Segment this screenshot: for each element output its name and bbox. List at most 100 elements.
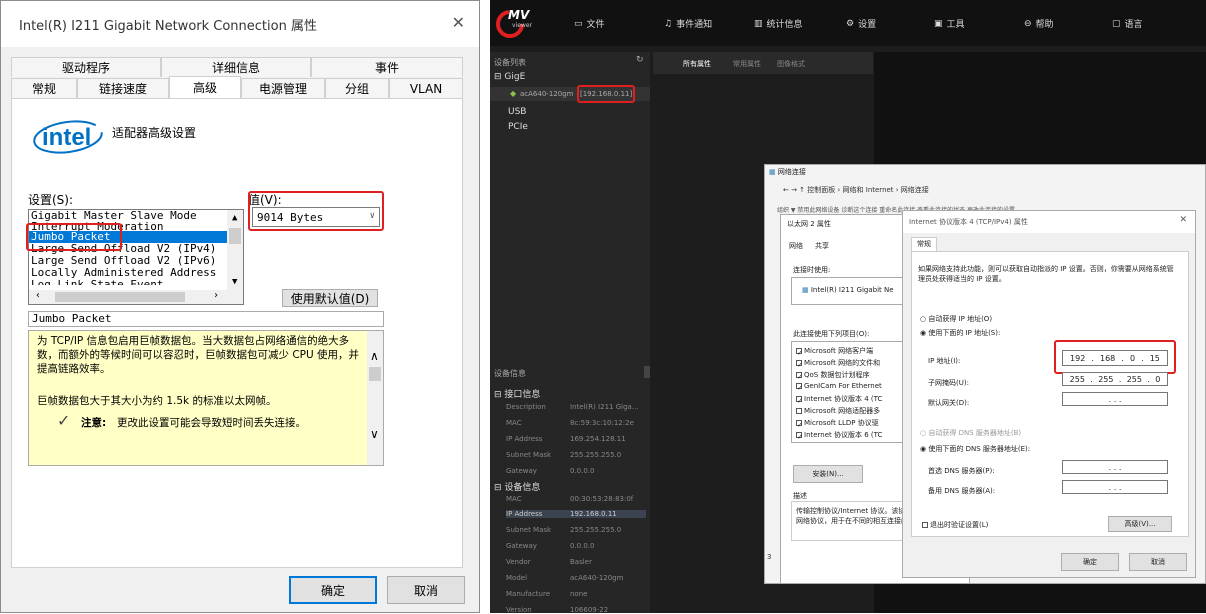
tab-details[interactable]: 详细信息	[161, 57, 311, 77]
adapter-properties-dialog: Intel(R) I211 Gigabit Network Connection…	[0, 0, 480, 613]
menu-stats[interactable]: ▥ 统计信息	[754, 17, 803, 31]
menu-language[interactable]: ▢ 语言	[1112, 17, 1143, 31]
gateway-label: 默认网关(D):	[928, 399, 970, 407]
checkbox-icon: ✓	[796, 420, 803, 429]
ipv4-tab-general[interactable]: 常规	[911, 237, 937, 251]
ipv4-panel: 如果网络支持此功能，则可以获取自动指派的 IP 设置。否则，你需要从网络系统管理…	[911, 251, 1189, 537]
eth-tab-sharing[interactable]: 共享	[815, 241, 829, 251]
tab-image-format[interactable]: 图像格式	[777, 59, 805, 69]
ip-label: IP 地址(I):	[928, 357, 961, 365]
scroll-right-icon[interactable]: ›	[211, 290, 219, 302]
tab-all-props[interactable]: 所有属性	[683, 59, 711, 69]
tab-link-speed[interactable]: 链接速度	[77, 78, 169, 98]
ipv4-titlebar: Internet 协议版本 4 (TCP/IPv4) 属性 ✕	[903, 211, 1195, 233]
intel-logo: intel	[32, 115, 104, 155]
eth-tab-network[interactable]: 网络	[789, 241, 803, 251]
tab-driver[interactable]: 驱动程序	[11, 57, 161, 77]
tab-row-top: 驱动程序 详细信息 事件	[11, 57, 463, 77]
scroll-left-icon[interactable]: ‹	[33, 290, 41, 302]
checkbox-icon: ✓	[796, 372, 803, 381]
advanced-button[interactable]: 高级(V)...	[1108, 516, 1172, 532]
list-item[interactable]: Locally Administered Address	[29, 267, 243, 279]
radio-auto-dns[interactable]: ○ 自动获得 DNS 服务器地址(B)	[920, 428, 1021, 438]
ipv4-cancel-button[interactable]: 取消	[1129, 553, 1187, 571]
bar-chart-icon: ▥	[754, 18, 763, 29]
camera-icon: ◆	[510, 89, 517, 98]
highlight-value	[248, 191, 384, 231]
tab-general[interactable]: 常规	[11, 78, 77, 98]
highlight-device-ip	[577, 85, 635, 103]
iface-section[interactable]: ⊟ 接口信息	[494, 387, 540, 400]
list-hscroll-thumb[interactable]	[55, 292, 185, 302]
tab-vlan[interactable]: VLAN	[389, 78, 463, 98]
list-vscroll-thumb[interactable]	[229, 228, 241, 244]
items-label: 此连接使用下列项目(O):	[793, 330, 870, 338]
desc-scroll-thumb[interactable]	[369, 367, 381, 381]
tab-power[interactable]: 电源管理	[241, 78, 325, 98]
scroll-down-icon[interactable]: ∨	[370, 427, 379, 441]
eth-title: 以太网 2 属性	[787, 220, 831, 228]
desc-title: Jumbo Packet	[28, 311, 384, 327]
subnet-mask-input[interactable]: 255. 255. 255. 0	[1062, 372, 1168, 386]
note-check-icon: ✓	[57, 411, 71, 430]
scroll-up-icon[interactable]: ▲	[230, 212, 237, 224]
tab-advanced[interactable]: 高级	[169, 76, 241, 98]
collapse-handle[interactable]	[644, 366, 650, 378]
mask-label: 子网掩码(U):	[928, 379, 969, 387]
install-button[interactable]: 安装(N)...	[793, 465, 863, 483]
tree-usb[interactable]: USB	[508, 107, 526, 117]
netconn-title: ▦ 网络连接	[769, 168, 806, 176]
tab-teaming[interactable]: 分组	[325, 78, 389, 98]
language-icon: ▢	[1112, 18, 1121, 29]
dns1-label: 首选 DNS 服务器(P):	[928, 467, 995, 475]
desc-paragraph-2: 巨帧数据包大于其大小为约 1.5k 的标准以太网帧。	[37, 395, 277, 407]
menu-tools[interactable]: ▣ 工具	[934, 17, 965, 31]
refresh-icon[interactable]: ↻	[636, 55, 644, 65]
scroll-down-icon[interactable]: ▼	[230, 276, 237, 288]
radio-use-dns[interactable]: ◉ 使用下面的 DNS 服务器地址(E):	[920, 444, 1030, 454]
ipv4-properties-dialog: Internet 协议版本 4 (TCP/IPv4) 属性 ✕ 常规 如果网络支…	[902, 210, 1196, 578]
ok-button[interactable]: 确定	[289, 576, 377, 604]
ipv4-ok-button[interactable]: 确定	[1061, 553, 1119, 571]
radio-use-ip[interactable]: ◉ 使用下面的 IP 地址(S):	[920, 328, 1000, 338]
settings-label: 设置(S):	[28, 193, 74, 207]
tab-common-props[interactable]: 常用属性	[733, 59, 761, 69]
property-tabs: 所有属性 常用属性 图像格式	[653, 52, 873, 74]
checkbox-icon: ✓	[796, 396, 803, 405]
bell-icon: ♫	[664, 18, 673, 29]
item-count: 3	[767, 553, 772, 561]
note-label: 注意:	[81, 417, 107, 429]
list-item[interactable]: Log Link State Event	[29, 279, 243, 285]
menu-file[interactable]: ▭ 文件	[574, 17, 605, 31]
advanced-panel: intel 适配器高级设置 设置(S): 值(V): Gigabit Maste…	[11, 98, 463, 568]
ipv4-info: 如果网络支持此功能，则可以获取自动指派的 IP 设置。否则，你需要从网络系统管理…	[918, 265, 1174, 283]
cancel-button[interactable]: 取消	[387, 576, 465, 604]
help-icon: ⊖	[1024, 18, 1032, 29]
device-info-title: 设备信息	[494, 369, 526, 378]
close-icon[interactable]: ✕	[1179, 215, 1187, 225]
scroll-up-icon[interactable]: ∧	[370, 349, 379, 363]
device-list-title: 设备列表	[494, 58, 526, 67]
checkbox-icon: ✓	[796, 432, 803, 441]
menu-events[interactable]: ♫ 事件通知	[664, 17, 712, 31]
close-icon[interactable]: ✕	[452, 13, 465, 32]
validate-checkbox[interactable]: 退出时验证设置(L)	[922, 520, 988, 530]
use-default-button[interactable]: 使用默认值(D)	[282, 289, 378, 307]
netconn-breadcrumb[interactable]: ← → ↑ 控制面板 › 网络和 Internet › 网络连接	[783, 185, 929, 195]
dns2-label: 备用 DNS 服务器(A):	[928, 487, 996, 495]
device-section[interactable]: ⊟ 设备信息	[494, 480, 540, 493]
top-menu-bar: MV viewer ▭ 文件 ♫ 事件通知 ▥ 统计信息 ⚙ 设置 ▣ 工具 ⊖ 帮助 ▢ 语…	[490, 0, 1206, 46]
gateway-input[interactable]: . . .	[1062, 392, 1168, 406]
network-icon: ▦	[769, 168, 776, 176]
tree-gige[interactable]: ⊟ GigE	[494, 72, 525, 82]
radio-auto-ip[interactable]: ○ 自动获得 IP 地址(O)	[920, 314, 992, 324]
tab-events[interactable]: 事件	[311, 57, 463, 77]
svg-text:intel: intel	[42, 124, 91, 151]
dns2-input[interactable]: . . .	[1062, 480, 1168, 494]
list-item[interactable]: Gigabit Master Slave Mode	[29, 210, 243, 222]
panel-heading: 适配器高级设置	[112, 126, 197, 140]
menu-settings[interactable]: ⚙ 设置	[846, 17, 876, 31]
tree-pcie[interactable]: PCIe	[508, 122, 528, 132]
dns1-input[interactable]: . . .	[1062, 460, 1168, 474]
menu-help[interactable]: ⊖ 帮助	[1024, 17, 1054, 31]
